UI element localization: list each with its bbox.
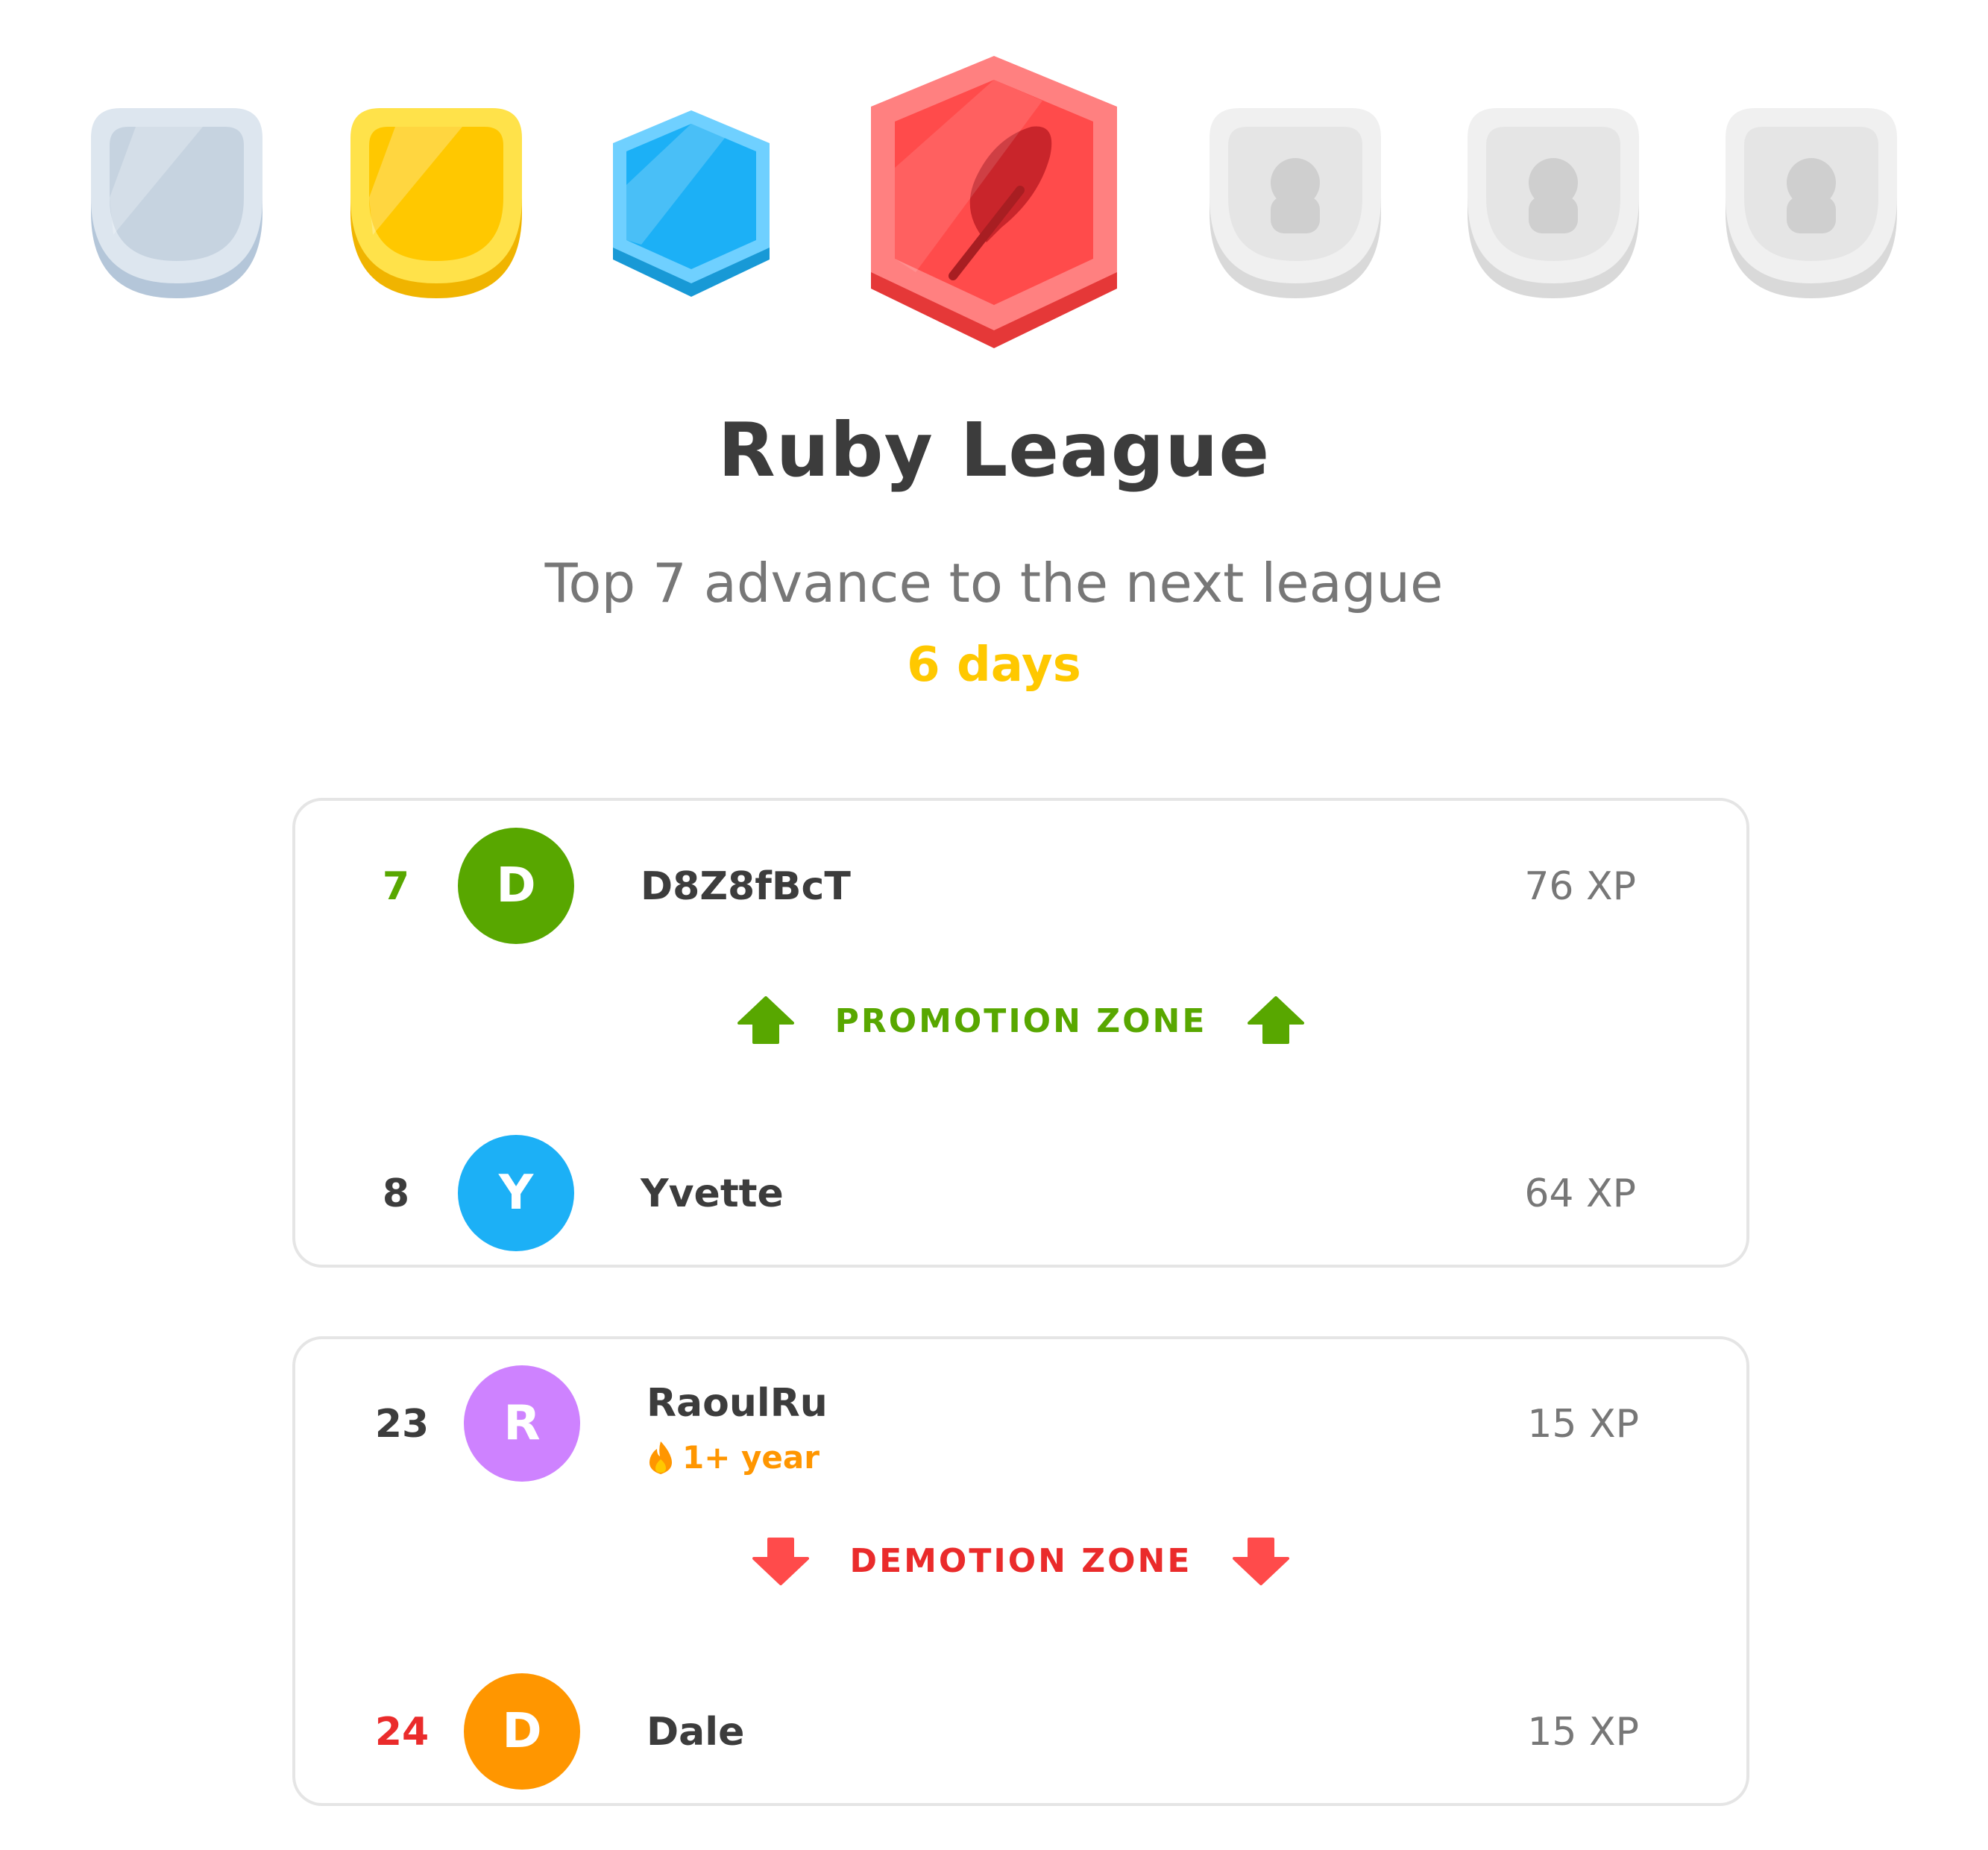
league-countdown: 6 days [907,638,1081,693]
gold-league-badge[interactable] [350,108,522,298]
leaderboard-row[interactable]: 7 D D8Z8fBcT 76 XP [295,827,1746,946]
avatar[interactable]: D [464,1673,580,1790]
ruby-league-badge[interactable] [871,56,1117,348]
rank-number: 7 [382,864,410,909]
username: RaoulRu [647,1381,828,1426]
streak-label: 1+ year [682,1439,820,1476]
rank-number: 23 [374,1402,430,1447]
locked-league-badge [1210,108,1381,298]
sapphire-league-badge[interactable] [613,110,770,297]
leaderboard-row[interactable]: 23 R RaoulRu 1+ year 15 XP [295,1365,1746,1484]
locked-league-badge [1726,108,1897,298]
xp-value: 64 XP [1524,1171,1636,1216]
locked-league-badge [1468,108,1639,298]
avatar[interactable]: Y [458,1135,574,1251]
leaderboard-row[interactable]: 8 Y Yvette 64 XP [295,1134,1746,1253]
bronze-league-badge[interactable] [91,108,262,298]
arrow-up-icon [1248,996,1305,1044]
demotion-zone-card: 23 R RaoulRu 1+ year 15 XP DEMOTION ZONE… [292,1336,1749,1806]
username: Yvette [641,1171,784,1216]
demotion-zone-label: DEMOTION ZONE [849,1541,1192,1580]
flame-icon [649,1441,673,1474]
avatar[interactable]: D [458,828,574,944]
league-title: Ruby League [717,406,1271,494]
arrow-up-icon [737,996,794,1044]
arrow-down-icon [752,1538,809,1585]
leaderboard-row[interactable]: 24 D Dale 15 XP [295,1673,1746,1792]
promotion-zone-card: 7 D D8Z8fBcT 76 XP PROMOTION ZONE 8 Y Yv… [292,798,1749,1268]
promotion-zone-label: PROMOTION ZONE [834,1001,1207,1040]
league-subtitle: Top 7 advance to the next league [544,552,1444,614]
username: D8Z8fBcT [641,864,851,909]
streak-badge: 1+ year [647,1439,820,1476]
promotion-zone-divider: PROMOTION ZONE [295,987,1746,1054]
arrow-down-icon [1233,1538,1290,1585]
league-badge-row [0,0,1988,358]
rank-number: 24 [374,1710,430,1755]
xp-value: 76 XP [1524,864,1636,909]
xp-value: 15 XP [1527,1402,1639,1447]
rank-number: 8 [382,1171,410,1216]
avatar[interactable]: R [464,1365,580,1482]
demotion-zone-divider: DEMOTION ZONE [295,1527,1746,1594]
xp-value: 15 XP [1527,1710,1639,1755]
username: Dale [647,1710,745,1755]
